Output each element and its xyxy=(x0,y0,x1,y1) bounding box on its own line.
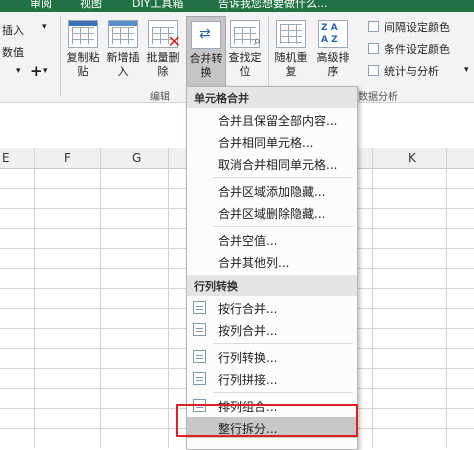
stats-analysis-button[interactable]: 统计与分析 ▾ xyxy=(368,62,472,80)
menu-separator xyxy=(213,392,353,393)
tab-review[interactable]: 审阅 xyxy=(30,0,52,11)
conditional-color-label: 条件设定颜色 xyxy=(384,43,450,56)
color-grid-icon xyxy=(368,21,379,32)
dice-icon xyxy=(276,20,306,48)
stats-analysis-label: 统计与分析 xyxy=(384,65,439,78)
grid-rows-icon xyxy=(193,301,206,314)
menu-item-transpose[interactable]: 行列转换... xyxy=(187,346,357,367)
menu-section-header: 行列转换 xyxy=(187,275,357,296)
menu-item-concatenate[interactable]: 行列拼接... xyxy=(187,368,357,389)
menu-item-unmerge-same[interactable]: 取消合并相同单元格... xyxy=(187,153,357,174)
column-gridline xyxy=(168,148,169,448)
group-divider xyxy=(268,16,269,96)
column-header-f[interactable]: F xyxy=(64,151,71,165)
copy-paste-icon xyxy=(68,20,98,48)
copy-paste-button[interactable]: 复制粘 贴 xyxy=(64,20,102,79)
ribbon-tab-strip: 审阅 视图 DIY工具箱 告诉我您想要做什么... xyxy=(0,0,474,12)
menu-item-label: 取消合并相同单元格... xyxy=(218,158,338,172)
column-gridline xyxy=(34,148,35,448)
insert-new-label-2: 入 xyxy=(117,65,129,78)
random-repeat-label: 随机重 xyxy=(274,51,308,64)
random-repeat-button[interactable]: 随机重 复 xyxy=(272,20,310,79)
tab-diy-toolbox[interactable]: DIY工具箱 xyxy=(132,0,183,11)
column-header-g[interactable]: G xyxy=(132,151,141,165)
menu-separator xyxy=(213,177,353,178)
interval-color-button[interactable]: 间隔设定颜色 xyxy=(368,18,472,36)
section-title-cell-merge: 单元格合并 xyxy=(194,92,249,105)
concatenate-icon xyxy=(193,372,206,385)
menu-item-merge-by-column[interactable]: 按列合并... xyxy=(187,319,357,340)
menu-item-label: 按行合并... xyxy=(218,302,278,316)
menu-separator xyxy=(213,343,353,344)
delete-grid-icon: ✕ xyxy=(148,20,181,51)
grid-columns-icon xyxy=(193,323,206,336)
stats-icon xyxy=(368,65,379,76)
group-label-edit: 编辑 xyxy=(150,92,170,103)
advanced-sort-label-2: 序 xyxy=(327,65,339,78)
tell-me-search[interactable]: 告诉我您想要做什么... xyxy=(218,0,328,11)
chevron-down-icon[interactable]: ▾ xyxy=(42,22,47,32)
menu-section-header: 单元格合并 xyxy=(187,87,357,108)
sort-az-icon: Z AA Z xyxy=(318,20,348,48)
highlight-callout-box xyxy=(176,404,358,437)
menu-item-label: 合并相同单元格... xyxy=(218,136,314,150)
menu-item-merge-keep-all[interactable]: 合并且保留全部内容... xyxy=(187,109,357,130)
copy-paste-label: 复制粘 xyxy=(66,51,100,64)
advanced-sort-label: 高级排 xyxy=(316,51,350,64)
conditional-color-button[interactable]: 条件设定颜色 xyxy=(368,40,472,58)
chevron-down-icon[interactable]: ▾ xyxy=(464,65,469,75)
menu-item-label: 合并区域删除隐藏... xyxy=(218,207,326,221)
find-locate-button[interactable]: ⌕ 查找定 位 xyxy=(226,20,264,79)
fill-value-label[interactable]: 数值 xyxy=(2,44,24,60)
add-icon[interactable]: + xyxy=(30,62,43,80)
menu-item-label: 按列合并... xyxy=(218,324,278,338)
insert-new-button[interactable]: 新增插 入 xyxy=(104,20,142,79)
menu-item-merge-other-columns[interactable]: 合并其他列... xyxy=(187,251,357,272)
copy-paste-label-2: 贴 xyxy=(77,65,89,78)
insert-label[interactable]: 插入 xyxy=(2,22,24,38)
random-repeat-label-2: 复 xyxy=(285,65,297,78)
chevron-down-icon[interactable]: ▾ xyxy=(43,66,48,76)
menu-item-label: 合并且保留全部内容... xyxy=(218,114,338,128)
column-header-k[interactable]: K xyxy=(408,151,416,165)
merge-convert-label: 合并转 xyxy=(189,52,223,65)
column-gridline xyxy=(446,148,447,448)
batch-delete-label-2: 除 xyxy=(157,65,169,78)
menu-item-label: 合并空值... xyxy=(218,234,278,248)
interval-color-label: 间隔设定颜色 xyxy=(384,21,450,34)
merge-convert-label-2: 换 xyxy=(200,66,212,79)
menu-separator xyxy=(213,226,353,227)
group-label-data-analysis: 数据分析 xyxy=(358,92,398,103)
menu-item-merge-empty[interactable]: 合并空值... xyxy=(187,229,357,250)
menu-item-label: 行列拼接... xyxy=(218,373,278,387)
merge-convert-icon: ⇄ xyxy=(191,21,221,49)
chevron-down-icon[interactable]: ▾ xyxy=(16,66,21,76)
menu-item-delete-hidden[interactable]: 合并区域删除隐藏... xyxy=(187,202,357,223)
batch-delete-label: 批量删 xyxy=(146,51,180,64)
menu-item-merge-by-row[interactable]: 按行合并... xyxy=(187,297,357,318)
insert-new-label: 新增插 xyxy=(106,51,140,64)
column-gridline xyxy=(100,148,101,448)
menu-item-merge-same[interactable]: 合并相同单元格... xyxy=(187,131,357,152)
condition-grid-icon xyxy=(368,43,379,54)
find-locate-label-2: 位 xyxy=(239,65,251,78)
menu-item-label: 行列转换... xyxy=(218,351,278,365)
transpose-icon xyxy=(193,350,206,363)
batch-delete-button[interactable]: ✕ 批量删 除 xyxy=(144,20,182,79)
column-header-e[interactable]: E xyxy=(2,151,10,165)
menu-item-add-hidden[interactable]: 合并区域添加隐藏... xyxy=(187,180,357,201)
find-icon: ⌕ xyxy=(230,20,261,49)
menu-item-label: 合并其他列... xyxy=(218,256,290,270)
column-gridline xyxy=(372,148,373,448)
merge-convert-menu: 单元格合并 合并且保留全部内容... 合并相同单元格... 取消合并相同单元格.… xyxy=(186,86,358,450)
insert-icon xyxy=(108,20,138,48)
section-title-row-col-convert: 行列转换 xyxy=(194,280,238,293)
menu-item-label: 合并区域添加隐藏... xyxy=(218,185,326,199)
advanced-sort-button[interactable]: Z AA Z 高级排 序 xyxy=(314,20,352,79)
find-locate-label: 查找定 xyxy=(228,51,262,64)
tab-view[interactable]: 视图 xyxy=(80,0,102,11)
group-divider xyxy=(60,16,61,96)
merge-convert-button[interactable]: ⇄ 合并转 换 xyxy=(186,16,226,88)
